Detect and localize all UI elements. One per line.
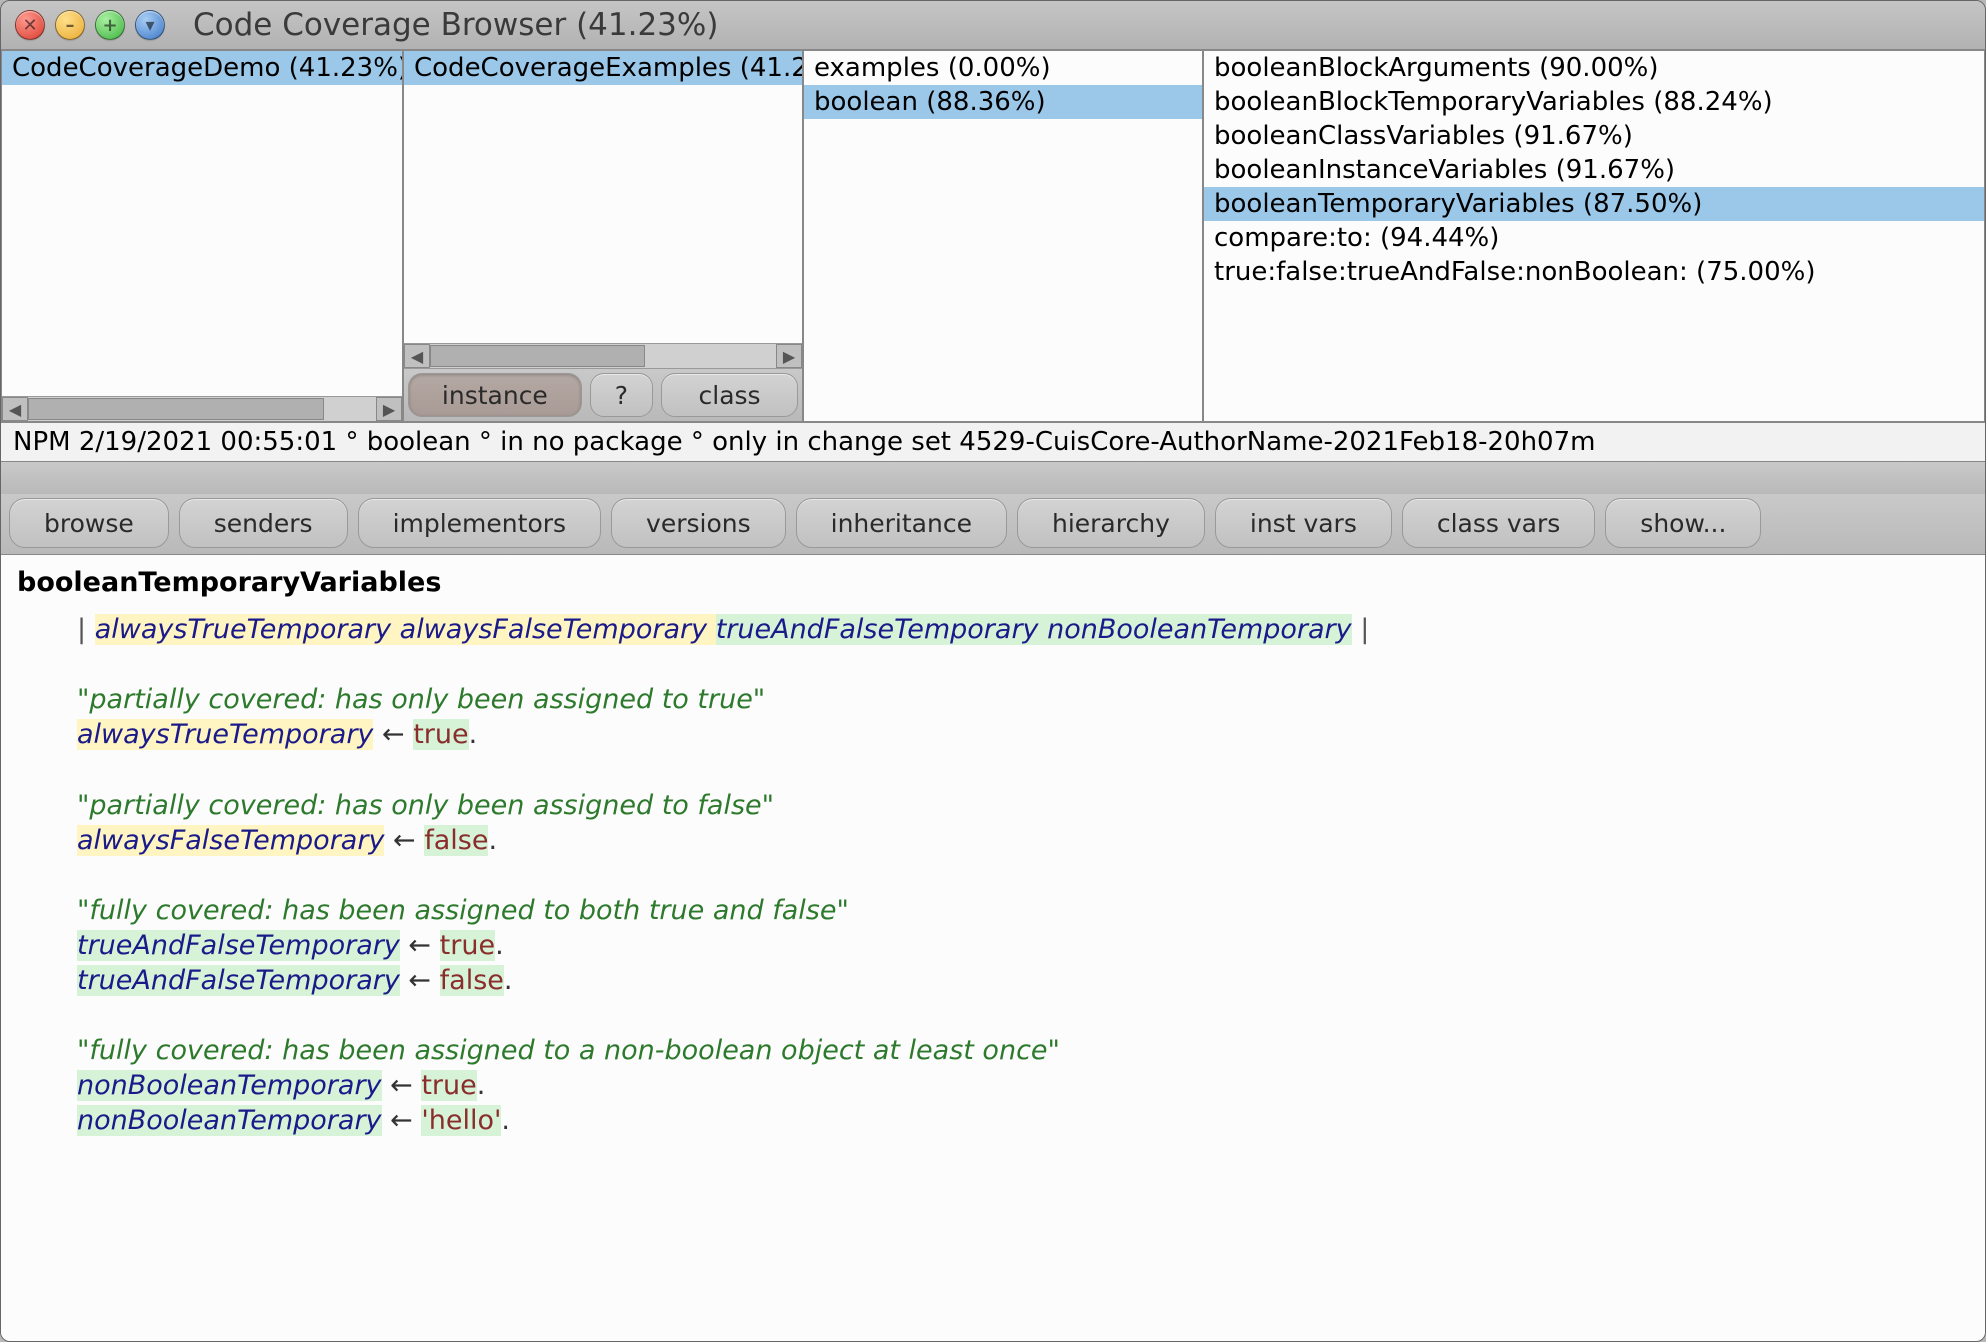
browse-button[interactable]: browse bbox=[9, 498, 169, 548]
code-line: nonBooleanTemporary ← true. bbox=[17, 1068, 1969, 1103]
literal: false bbox=[440, 965, 504, 996]
method-selector: booleanTemporaryVariables bbox=[17, 565, 1969, 600]
code-line: alwaysTrueTemporary ← true. bbox=[17, 717, 1969, 752]
category-list[interactable]: CodeCoverageDemo (41.23%) bbox=[2, 51, 402, 396]
list-item[interactable]: CodeCoverageDemo (41.23%) bbox=[2, 51, 402, 85]
senders-button[interactable]: senders bbox=[179, 498, 348, 548]
inst-vars-button[interactable]: inst vars bbox=[1215, 498, 1392, 548]
literal: false bbox=[424, 825, 488, 856]
code-line: | alwaysTrueTemporary alwaysFalseTempora… bbox=[17, 612, 1969, 647]
window-title: Code Coverage Browser (41.23%) bbox=[193, 7, 718, 43]
versions-button[interactable]: versions bbox=[611, 498, 786, 548]
protocol-pane: examples (0.00%) boolean (88.36%) bbox=[803, 50, 1203, 422]
protocol-list[interactable]: examples (0.00%) boolean (88.36%) bbox=[804, 51, 1202, 421]
comment: "fully covered: has been assigned to a n… bbox=[77, 1035, 1060, 1066]
help-button[interactable]: ? bbox=[590, 373, 653, 417]
instance-class-switch: instance ? class bbox=[404, 368, 802, 421]
list-item[interactable]: booleanTemporaryVariables (87.50%) bbox=[1204, 187, 1984, 221]
literal: true bbox=[421, 1070, 476, 1101]
scroll-thumb[interactable] bbox=[430, 345, 645, 367]
variable: alwaysTrueTemporary bbox=[77, 719, 373, 750]
code-line: "fully covered: has been assigned to bot… bbox=[17, 893, 1969, 928]
category-pane: CodeCoverageDemo (41.23%) ◀ ▶ bbox=[1, 50, 403, 422]
list-item[interactable]: booleanBlockTemporaryVariables (88.24%) bbox=[1204, 85, 1984, 119]
code-line: "partially covered: has only been assign… bbox=[17, 788, 1969, 823]
temp-decl-partial: alwaysTrueTemporary alwaysFalseTemporary bbox=[95, 614, 716, 645]
code-line: trueAndFalseTemporary ← true. bbox=[17, 928, 1969, 963]
class-list[interactable]: CodeCoverageExamples (41.23%) bbox=[404, 51, 802, 343]
maximize-icon[interactable]: + bbox=[95, 10, 125, 40]
h-scrollbar[interactable]: ◀ ▶ bbox=[404, 343, 802, 368]
inheritance-button[interactable]: inheritance bbox=[796, 498, 1007, 548]
variable: trueAndFalseTemporary bbox=[77, 930, 400, 961]
list-item[interactable]: booleanInstanceVariables (91.67%) bbox=[1204, 153, 1984, 187]
scroll-left-icon[interactable]: ◀ bbox=[2, 397, 28, 421]
variable: alwaysFalseTemporary bbox=[77, 825, 384, 856]
scroll-track[interactable] bbox=[430, 345, 776, 367]
implementors-button[interactable]: implementors bbox=[358, 498, 601, 548]
variable: nonBooleanTemporary bbox=[77, 1070, 382, 1101]
window-menu-icon[interactable]: ▾ bbox=[135, 10, 165, 40]
browser-panes: CodeCoverageDemo (41.23%) ◀ ▶ CodeCovera… bbox=[1, 50, 1985, 423]
method-pane: booleanBlockArguments (90.00%) booleanBl… bbox=[1203, 50, 1985, 422]
list-item[interactable]: booleanBlockArguments (90.00%) bbox=[1204, 51, 1984, 85]
separator[interactable] bbox=[1, 462, 1985, 494]
list-item[interactable]: boolean (88.36%) bbox=[804, 85, 1202, 119]
code-line: "partially covered: has only been assign… bbox=[17, 682, 1969, 717]
comment: "partially covered: has only been assign… bbox=[77, 684, 765, 715]
h-scrollbar[interactable]: ◀ ▶ bbox=[2, 396, 402, 421]
list-item[interactable]: examples (0.00%) bbox=[804, 51, 1202, 85]
show-button[interactable]: show... bbox=[1605, 498, 1761, 548]
toolbar: browse senders implementors versions inh… bbox=[1, 494, 1985, 555]
code-line: alwaysFalseTemporary ← false. bbox=[17, 823, 1969, 858]
list-item[interactable]: booleanClassVariables (91.67%) bbox=[1204, 119, 1984, 153]
minimize-icon[interactable]: – bbox=[55, 10, 85, 40]
list-item[interactable]: compare:to: (94.44%) bbox=[1204, 221, 1984, 255]
scroll-left-icon[interactable]: ◀ bbox=[404, 344, 430, 368]
code-pane[interactable]: booleanTemporaryVariables | alwaysTrueTe… bbox=[1, 555, 1985, 1341]
close-icon[interactable]: ✕ bbox=[15, 10, 45, 40]
comment: "partially covered: has only been assign… bbox=[77, 790, 774, 821]
window: ✕ – + ▾ Code Coverage Browser (41.23%) C… bbox=[0, 0, 1986, 1342]
code-line: trueAndFalseTemporary ← false. bbox=[17, 963, 1969, 998]
comment: "fully covered: has been assigned to bot… bbox=[77, 895, 849, 926]
class-vars-button[interactable]: class vars bbox=[1402, 498, 1595, 548]
class-pane: CodeCoverageExamples (41.23%) ◀ ▶ instan… bbox=[403, 50, 803, 422]
temp-decl-full: trueAndFalseTemporary nonBooleanTemporar… bbox=[716, 614, 1352, 645]
scroll-thumb[interactable] bbox=[28, 398, 324, 420]
literal: true bbox=[440, 930, 495, 961]
scroll-right-icon[interactable]: ▶ bbox=[376, 397, 402, 421]
list-item[interactable]: CodeCoverageExamples (41.23%) bbox=[404, 51, 802, 85]
method-list[interactable]: booleanBlockArguments (90.00%) booleanBl… bbox=[1204, 51, 1984, 421]
scroll-track[interactable] bbox=[28, 398, 376, 420]
code-line: "fully covered: has been assigned to a n… bbox=[17, 1033, 1969, 1068]
variable: nonBooleanTemporary bbox=[77, 1105, 382, 1136]
variable: trueAndFalseTemporary bbox=[77, 965, 400, 996]
literal: 'hello' bbox=[421, 1105, 501, 1136]
status-line: NPM 2/19/2021 00:55:01 ° boolean ° in no… bbox=[1, 423, 1985, 462]
code-line: nonBooleanTemporary ← 'hello'. bbox=[17, 1103, 1969, 1138]
titlebar: ✕ – + ▾ Code Coverage Browser (41.23%) bbox=[1, 1, 1985, 50]
list-item[interactable]: true:false:trueAndFalse:nonBoolean: (75.… bbox=[1204, 255, 1984, 289]
hierarchy-button[interactable]: hierarchy bbox=[1017, 498, 1205, 548]
literal: true bbox=[413, 719, 468, 750]
class-button[interactable]: class bbox=[661, 373, 798, 417]
scroll-right-icon[interactable]: ▶ bbox=[776, 344, 802, 368]
instance-button[interactable]: instance bbox=[408, 373, 582, 417]
